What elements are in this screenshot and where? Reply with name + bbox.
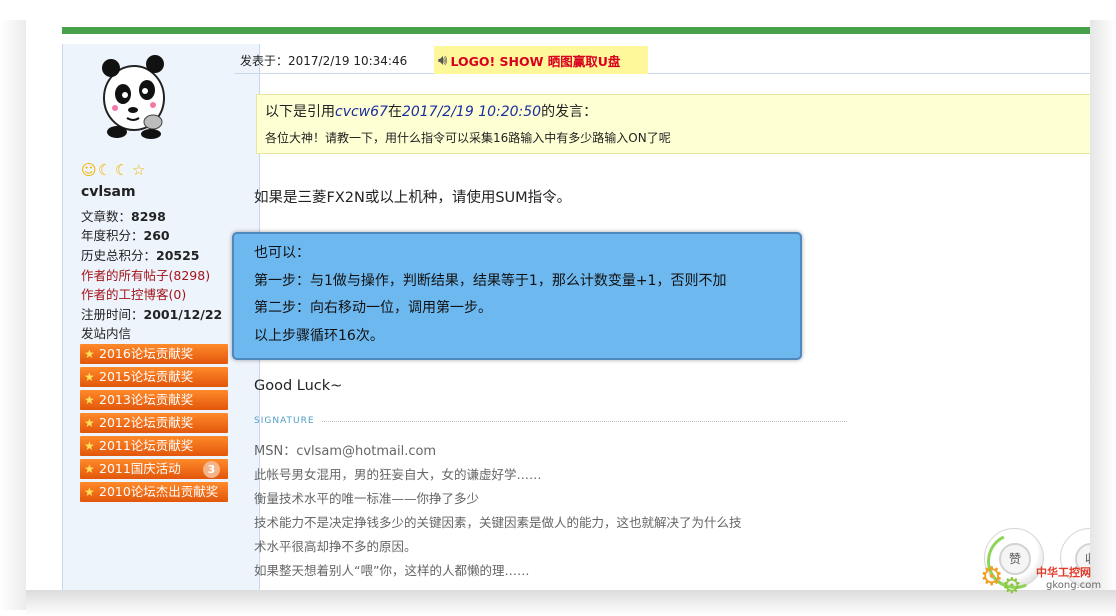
signature-line: 技术能力不是决定挣钱多少的关键因素，关键因素是做人的能力，这也就解决了为什么技 xyxy=(254,515,742,530)
quote-suffix: 的发言： xyxy=(541,104,598,120)
user-sidebar: ☺ ☾ ☾ ☆ cvlsam 文章数：8298 年度积分：260 历史总积分：2… xyxy=(62,44,260,590)
screenshot-canvas: ☺ ☾ ☾ ☆ cvlsam 文章数：8298 年度积分：260 历史总积分：2… xyxy=(0,0,1116,616)
quote-header: 以下是引用cvcw67在2017/2/19 10:20:50的发言： xyxy=(265,101,597,121)
promo-link[interactable]: LOGO! SHOW 晒图赢取U盘 xyxy=(450,51,620,70)
star-icon: ★ xyxy=(84,370,95,384)
reply-box-line: 第一步：与1做与操作，判断结果，结果等于1，那么计数变量+1，否则不加 xyxy=(254,273,727,289)
year-points-value: 260 xyxy=(143,228,170,243)
award-badge[interactable]: ★ 2012论坛贡献奖 xyxy=(80,413,228,433)
award-label: 2016论坛贡献奖 xyxy=(99,346,194,361)
star-icon: ★ xyxy=(84,393,95,407)
star-icon: ★ xyxy=(84,416,95,430)
quote-block: 以下是引用cvcw67在2017/2/19 10:20:50的发言： 各位大神！… xyxy=(256,94,1090,154)
reply-box-line: 也可以： xyxy=(254,245,310,261)
article-count-label: 文章数： xyxy=(81,209,132,224)
register-label: 注册时间： xyxy=(81,307,144,322)
quote-author[interactable]: cvcw67 xyxy=(335,104,388,120)
year-points: 年度积分：260 xyxy=(81,225,170,244)
signature-line: MSN：cvlsam@hotmail.com xyxy=(254,444,437,459)
quote-text: 各位大神！请教一下，用什么指令可以采集16路输入中有多少路输入ON了呢 xyxy=(265,131,671,145)
total-points-label: 历史总积分： xyxy=(81,248,157,263)
username[interactable]: cvlsam xyxy=(81,184,136,200)
send-message: 发站内信 xyxy=(81,323,131,342)
blog-link[interactable]: 作者的工控博客(0) xyxy=(81,287,186,302)
speaker-icon: 🔊︎ xyxy=(438,51,448,69)
award-label: 2015论坛贡献奖 xyxy=(99,369,194,384)
star-icon: ☆ xyxy=(132,161,146,179)
reply-box-line: 以上步骤循环16次。 xyxy=(254,328,384,344)
moon-icon: ☾ xyxy=(98,161,112,179)
signature-divider xyxy=(322,421,847,422)
moon-icon: ☾ xyxy=(115,161,129,179)
reply-box-line: 第二步：向右移动一位，调用第一步。 xyxy=(254,300,492,316)
year-points-label: 年度积分： xyxy=(81,228,144,243)
award-badge[interactable]: ★ 2013论坛贡献奖 xyxy=(80,390,228,410)
register-date-value: 2001/12/22 xyxy=(143,307,223,322)
frame-shadow-left xyxy=(0,20,26,610)
post-header: 发表于：2017/2/19 10:34:46 🔊︎ LOGO! SHOW 晒图赢… xyxy=(234,44,1090,74)
award-count-badge: 3 xyxy=(203,461,220,478)
signature-line: 术水平很高却挣不多的原因。 xyxy=(254,539,417,554)
signature-label: SIGNATURE xyxy=(254,416,315,426)
award-badges: ★ 2016论坛贡献奖 ★ 2015论坛贡献奖 ★ 2013论坛贡献奖 ★ 2012论坛… xyxy=(80,344,228,505)
award-badge[interactable]: ★ 2011论坛贡献奖 xyxy=(80,436,228,456)
award-label: 2010论坛杰出贡献奖 xyxy=(99,484,219,499)
star-icon: ★ xyxy=(84,347,95,361)
total-points: 历史总积分：20525 xyxy=(81,245,200,264)
award-label: 2013论坛贡献奖 xyxy=(99,392,194,407)
award-badge[interactable]: ★ 2011国庆活动 3 xyxy=(80,459,228,479)
signature-line: 如果整天想着别人“喂”你，这样的人都懒的理…… xyxy=(254,563,530,578)
register-date: 注册时间：2001/12/22 xyxy=(81,304,222,323)
quote-time: 2017/2/19 10:20:50 xyxy=(401,104,542,120)
star-icon: ★ xyxy=(84,485,95,499)
reply-closing: Good Luck~ xyxy=(254,378,343,394)
all-posts: 作者的所有帖子(8298) xyxy=(81,265,210,284)
quote-at: 在 xyxy=(387,104,402,120)
gear-icon: ⚙ xyxy=(1002,574,1022,599)
watermark-cn: 中华工控网 xyxy=(1036,566,1091,579)
smiley-icon: ☺ xyxy=(81,161,97,179)
award-label: 2011国庆活动 xyxy=(99,461,181,476)
all-posts-link[interactable]: 作者的所有帖子(8298) xyxy=(81,268,210,283)
frame-shadow-bottom xyxy=(26,590,1116,616)
watermark-en: gkong.com xyxy=(1046,580,1102,591)
award-label: 2012论坛贡献奖 xyxy=(99,415,194,430)
blog: 作者的工控博客(0) xyxy=(81,284,186,303)
gear-icon: ⚙ xyxy=(980,562,1004,592)
total-points-value: 20525 xyxy=(156,248,200,263)
top-green-bar xyxy=(62,27,1090,34)
panda-avatar-icon[interactable] xyxy=(93,50,175,140)
award-label: 2011论坛贡献奖 xyxy=(99,438,194,453)
user-rank: ☺ ☾ ☾ ☆ xyxy=(81,162,149,178)
frame-shadow-right xyxy=(1090,20,1116,596)
article-count: 文章数：8298 xyxy=(81,206,166,225)
highlighted-reply-box: 也可以： 第一步：与1做与操作，判断结果，结果等于1，那么计数变量+1，否则不加… xyxy=(232,232,802,360)
signature-line: 此帐号男女混用，男的狂妄自大，女的谦虚好学…… xyxy=(254,467,542,482)
quote-prefix: 以下是引用 xyxy=(265,104,335,120)
forum-page: ☺ ☾ ☾ ☆ cvlsam 文章数：8298 年度积分：260 历史总积分：2… xyxy=(26,20,1090,590)
article-count-value: 8298 xyxy=(131,209,166,224)
signature-line: 衡量技术水平的唯一标准——你挣了多少 xyxy=(254,491,480,506)
star-icon: ★ xyxy=(84,462,95,476)
reply-text: 如果是三菱FX2N或以上机种，请使用SUM指令。 xyxy=(254,190,572,206)
award-badge[interactable]: ★ 2015论坛贡献奖 xyxy=(80,367,228,387)
post-date: 发表于：2017/2/19 10:34:46 xyxy=(240,54,408,68)
award-badge[interactable]: ★ 2010论坛杰出贡献奖 xyxy=(80,482,228,502)
award-badge[interactable]: ★ 2016论坛贡献奖 xyxy=(80,344,228,364)
star-icon: ★ xyxy=(84,439,95,453)
site-watermark: ⚙ ⚙ 中华工控网 gkong.com xyxy=(980,558,1114,608)
promo-banner[interactable]: 🔊︎ LOGO! SHOW 晒图赢取U盘 xyxy=(434,46,648,74)
send-message-link[interactable]: 发站内信 xyxy=(81,326,131,341)
